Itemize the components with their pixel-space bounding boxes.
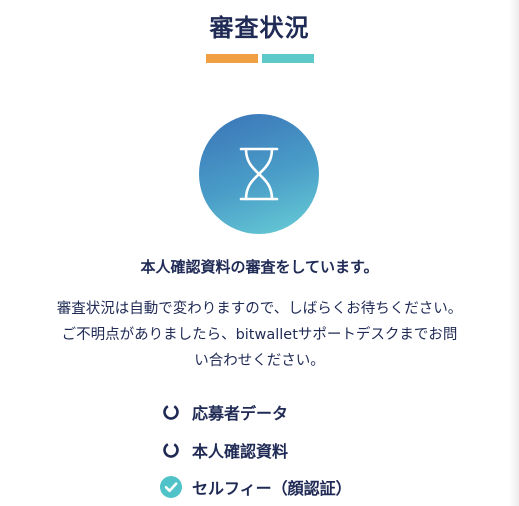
step-selfie: セルフィー（顔認証） [160,474,352,500]
accent-bar-orange [206,54,258,63]
page-edge-shadow [509,0,519,506]
status-heading: 本人確認資料の審査をしています。 [140,258,379,276]
step-label: 本人確認資料 [192,442,289,461]
circle-pending-icon [160,439,182,461]
step-label: 応募者データ [192,404,289,423]
status-description-line-3: い合わせください。 [194,353,325,369]
check-circle-icon [160,476,182,498]
hourglass-icon [239,147,279,201]
page-title: 審査状況 [209,14,310,42]
step-label: セルフィー（顔認証） [192,479,352,498]
status-circle [199,114,319,234]
status-description-line-1: 審査状況は自動で変わりますので、しばらくお待ちください。 [56,301,463,317]
circle-pending-icon [160,401,182,423]
step-identity-documents: 本人確認資料 [160,437,288,463]
step-applicant-data: 応募者データ [160,399,288,425]
accent-bar-teal [262,54,314,63]
status-description-line-2: ご不明点がありましたら、bitwalletサポートデスクまでお問 [61,327,458,343]
